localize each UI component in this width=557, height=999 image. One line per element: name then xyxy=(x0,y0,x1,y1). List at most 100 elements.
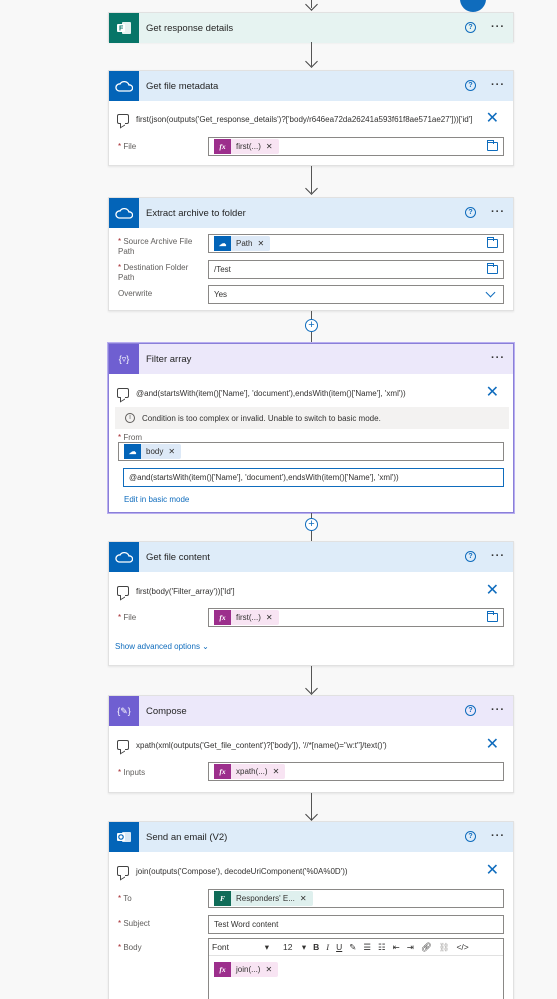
close-icon[interactable]: ✕ xyxy=(486,583,499,599)
chevron-down-icon[interactable] xyxy=(485,287,496,298)
flow-designer-canvas: F Get response details ? ··· Get file me… xyxy=(0,0,557,999)
numbered-list-icon[interactable]: ☷ xyxy=(378,942,386,953)
action-header[interactable]: {▿} Filter array ··· xyxy=(109,344,513,374)
inputs-field[interactable]: fx xpath(...) ✕ xyxy=(208,762,504,781)
field-label-to: * To xyxy=(118,894,132,903)
action-comment[interactable]: first(json(outputs('Get_response_details… xyxy=(136,115,473,124)
folder-icon[interactable] xyxy=(487,263,498,274)
remove-token-icon[interactable]: ✕ xyxy=(300,894,307,903)
remove-token-icon[interactable]: ✕ xyxy=(266,142,273,151)
fx-icon: fx xyxy=(214,764,231,779)
action-card-get-response-details[interactable]: F Get response details ? ··· xyxy=(108,12,514,43)
remove-token-icon[interactable]: ✕ xyxy=(168,447,175,456)
action-card-extract-archive[interactable]: Extract archive to folder ? ··· * Source… xyxy=(108,197,514,311)
field-label-body: * Body xyxy=(118,943,142,952)
action-header[interactable]: Send an email (V2) ? ··· xyxy=(109,822,513,852)
link-icon[interactable]: 🔗︎ xyxy=(421,942,432,953)
increase-indent-icon[interactable]: ⇥ xyxy=(407,942,414,953)
destination-folder-field[interactable]: /Test xyxy=(208,260,504,279)
code-view-icon[interactable]: </> xyxy=(456,942,468,952)
expression-token[interactable]: fx first(...) ✕ xyxy=(214,610,279,625)
action-card-get-file-content[interactable]: Get file content ? ··· first(body('Filte… xyxy=(108,541,514,666)
remove-token-icon[interactable]: ✕ xyxy=(273,767,280,776)
overwrite-select[interactable]: Yes xyxy=(208,285,504,304)
more-options-icon[interactable]: ··· xyxy=(491,79,505,91)
source-archive-field[interactable]: ☁ Path ✕ xyxy=(208,234,504,253)
help-icon[interactable]: ? xyxy=(465,207,476,218)
expression-token[interactable]: fx xpath(...) ✕ xyxy=(214,764,286,779)
close-icon[interactable]: ✕ xyxy=(486,863,499,879)
condition-expression-input[interactable]: @and(startsWith(item()['Name'], 'documen… xyxy=(123,468,504,487)
action-header[interactable]: {✎} Compose ? ··· xyxy=(109,696,513,726)
close-icon[interactable]: ✕ xyxy=(486,737,499,753)
action-header[interactable]: Get file content ? ··· xyxy=(109,542,513,572)
action-comment[interactable]: first(body('Filter_array'))['Id'] xyxy=(136,587,235,596)
action-card-compose[interactable]: {✎} Compose ? ··· xpath(xml(outputs('Get… xyxy=(108,695,514,793)
file-field[interactable]: fx first(...) ✕ xyxy=(208,137,504,156)
show-advanced-options-link[interactable]: Show advanced options ⌄ xyxy=(115,642,209,651)
subject-field[interactable]: Test Word content xyxy=(208,915,504,934)
to-field[interactable]: F Responders' E... ✕ xyxy=(208,889,504,908)
highlight-icon[interactable]: ✎ xyxy=(349,942,356,953)
filter-array-icon: {▿} xyxy=(109,344,139,374)
folder-icon[interactable] xyxy=(487,237,498,248)
font-select[interactable]: Font ▾ xyxy=(212,942,276,953)
edit-in-basic-mode-link[interactable]: Edit in basic mode xyxy=(124,495,189,504)
file-field[interactable]: fx first(...) ✕ xyxy=(208,608,504,627)
field-label-file: * File xyxy=(118,142,137,151)
field-label-inputs: * Inputs xyxy=(118,768,146,777)
font-size-select[interactable]: 12 ▾ xyxy=(283,942,306,953)
comment-icon[interactable] xyxy=(117,586,129,596)
close-icon[interactable]: ✕ xyxy=(486,385,499,401)
scroll-indicator[interactable] xyxy=(460,0,486,12)
add-step-button[interactable]: + xyxy=(305,319,318,332)
action-card-send-email[interactable]: Send an email (V2) ? ··· join(outputs('C… xyxy=(108,821,514,999)
expression-token[interactable]: fx first(...) ✕ xyxy=(214,139,279,154)
help-icon[interactable]: ? xyxy=(465,705,476,716)
dynamic-content-token[interactable]: F Responders' E... ✕ xyxy=(214,891,313,906)
add-step-button[interactable]: + xyxy=(305,518,318,531)
help-icon[interactable]: ? xyxy=(465,80,476,91)
help-icon[interactable]: ? xyxy=(465,551,476,562)
editor-toolbar: Font ▾ 12 ▾ B I U ✎ ☰ ☷ ⇤ ⇥ 🔗︎ ⛓ </> xyxy=(209,939,503,956)
help-icon[interactable]: ? xyxy=(465,831,476,842)
action-comment[interactable]: xpath(xml(outputs('Get_file_content')?['… xyxy=(136,741,387,750)
expression-token[interactable]: fx join(...) ✕ xyxy=(214,962,279,977)
remove-token-icon[interactable]: ✕ xyxy=(265,965,272,974)
action-comment[interactable]: join(outputs('Compose'), decodeUriCompon… xyxy=(136,867,348,876)
dynamic-content-token[interactable]: ☁ Path ✕ xyxy=(214,236,271,251)
action-header[interactable]: F Get response details ? ··· xyxy=(109,13,513,43)
action-card-filter-array[interactable]: {▿} Filter array ··· @and(startsWith(ite… xyxy=(108,343,514,513)
action-card-get-file-metadata[interactable]: Get file metadata ? ··· first(json(outpu… xyxy=(108,70,514,166)
bullet-list-icon[interactable]: ☰ xyxy=(363,942,371,953)
action-comment[interactable]: @and(startsWith(item()['Name'], 'documen… xyxy=(136,389,406,398)
comment-icon[interactable] xyxy=(117,114,129,124)
from-field[interactable]: ☁ body ✕ xyxy=(118,442,504,461)
unlink-icon[interactable]: ⛓ xyxy=(439,942,450,953)
help-icon[interactable]: ? xyxy=(465,22,476,33)
field-label-overwrite: Overwrite xyxy=(118,289,153,298)
close-icon[interactable]: ✕ xyxy=(486,111,499,127)
more-options-icon[interactable]: ··· xyxy=(491,21,505,33)
more-options-icon[interactable]: ··· xyxy=(491,830,505,842)
italic-icon[interactable]: I xyxy=(326,942,329,952)
comment-icon[interactable] xyxy=(117,388,129,398)
more-options-icon[interactable]: ··· xyxy=(491,206,505,218)
more-options-icon[interactable]: ··· xyxy=(491,550,505,562)
decrease-indent-icon[interactable]: ⇤ xyxy=(393,942,400,953)
bold-icon[interactable]: B xyxy=(313,942,319,952)
dynamic-content-token[interactable]: ☁ body ✕ xyxy=(124,444,182,459)
action-header[interactable]: Get file metadata ? ··· xyxy=(109,71,513,101)
remove-token-icon[interactable]: ✕ xyxy=(257,239,264,248)
underline-icon[interactable]: U xyxy=(336,942,342,952)
body-rich-text-editor[interactable]: Font ▾ 12 ▾ B I U ✎ ☰ ☷ ⇤ ⇥ 🔗︎ ⛓ </> fx j… xyxy=(208,938,504,999)
folder-icon[interactable] xyxy=(487,140,498,151)
comment-icon[interactable] xyxy=(117,866,129,876)
more-options-icon[interactable]: ··· xyxy=(491,704,505,716)
remove-token-icon[interactable]: ✕ xyxy=(266,613,273,622)
arrow-down-icon xyxy=(305,55,318,68)
comment-icon[interactable] xyxy=(117,740,129,750)
action-header[interactable]: Extract archive to folder ? ··· xyxy=(109,198,513,228)
folder-icon[interactable] xyxy=(487,611,498,622)
more-options-icon[interactable]: ··· xyxy=(491,352,505,364)
